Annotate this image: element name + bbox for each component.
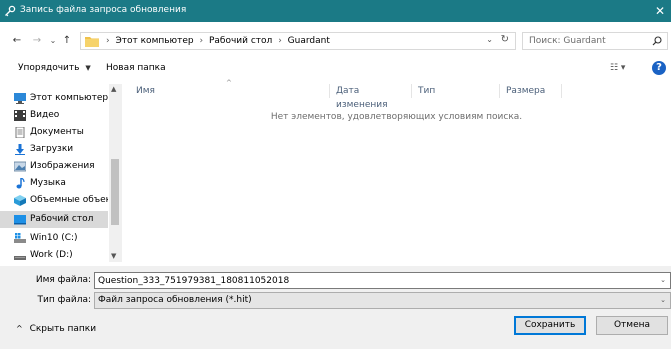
title-bar: Запись файла запроса обновления ✕ — [0, 0, 671, 22]
recent-locations-icon[interactable]: ⌄ — [46, 33, 60, 49]
breadcrumb-separator[interactable]: › — [200, 36, 204, 46]
3d-objects-icon — [14, 195, 26, 206]
help-icon[interactable]: ? — [652, 61, 666, 75]
pictures-icon — [14, 161, 26, 172]
up-icon[interactable]: ↑ — [60, 33, 74, 49]
search-box[interactable] — [522, 32, 668, 50]
search-icon[interactable] — [652, 36, 662, 46]
file-list: ^ Имя Дата изменения Тип Размера Нет эле… — [122, 79, 671, 262]
breadcrumb-separator[interactable]: › — [278, 36, 282, 46]
scrollbar-thumb[interactable] — [111, 159, 119, 225]
breadcrumb-separator: › — [106, 36, 110, 46]
column-header-type[interactable]: Тип — [412, 84, 500, 98]
filetype-label: Тип файла: — [37, 295, 91, 305]
save-button[interactable]: Сохранить — [514, 316, 586, 335]
sidebar-item-downloads[interactable]: Загрузки — [0, 141, 108, 158]
filetype-value: Файл запроса обновления (*.hit) — [98, 295, 252, 305]
sidebar-item-drive-c[interactable]: Win10 (C:) — [0, 230, 108, 247]
sidebar-item-this-pc[interactable]: Этот компьютер — [0, 90, 108, 107]
filename-label: Имя файла: — [35, 275, 91, 285]
sidebar-item-desktop[interactable]: Рабочий стол — [0, 211, 108, 228]
new-folder-button[interactable]: Новая папка — [106, 63, 166, 73]
breadcrumb: › Этот компьютер › Рабочий стол › Guarda… — [103, 36, 330, 46]
sidebar-item-label: Work (D:) — [30, 250, 73, 260]
filetype-row: Тип файла: Файл запроса обновления (*.hi… — [0, 292, 671, 309]
filename-combobox[interactable]: ⌄ — [94, 272, 671, 289]
scroll-down-icon[interactable]: ▼ — [111, 252, 116, 260]
organize-label: Упорядочить — [18, 63, 80, 73]
command-bar: Упорядочить ▼ Новая папка ☷ ▾ ? — [0, 58, 671, 80]
chevron-down-icon: ▼ — [85, 64, 91, 72]
breadcrumb-item-desktop[interactable]: Рабочий стол — [209, 36, 272, 46]
sidebar-item-label: Музыка — [30, 178, 66, 188]
hide-folders-button[interactable]: ^ Скрыть папки — [16, 324, 96, 334]
sidebar-item-music[interactable]: Музыка — [0, 175, 108, 192]
save-dialog: Запись файла запроса обновления ✕ ← → ⌄ … — [0, 0, 671, 349]
sidebar-item-3d-objects[interactable]: Объемные объекты — [0, 192, 108, 209]
column-header-size[interactable]: Размера — [500, 84, 562, 98]
column-header-name[interactable]: Имя — [130, 84, 330, 98]
sidebar-item-video[interactable]: Видео — [0, 107, 108, 124]
key-icon — [5, 5, 16, 17]
navigation-scrollbar[interactable]: ▲ ▼ — [109, 84, 122, 262]
desktop-icon — [14, 215, 26, 225]
filename-row: Имя файла: ⌄ — [0, 272, 671, 289]
search-input[interactable] — [529, 35, 639, 47]
address-row: ← → ⌄ ↑ › Этот компьютер › Рабочий стол … — [0, 30, 671, 52]
documents-icon — [15, 127, 25, 138]
folder-icon — [85, 37, 99, 47]
downloads-icon — [15, 144, 25, 155]
sidebar-item-drive-d[interactable]: Work (D:) — [0, 247, 108, 262]
sidebar-item-label: Документы — [30, 127, 84, 137]
sidebar-item-label: Этот компьютер — [30, 93, 108, 103]
filetype-select[interactable]: Файл запроса обновления (*.hit) ⌄ — [94, 292, 671, 309]
sidebar-item-label: Объемные объекты — [30, 195, 108, 205]
chevron-down-icon[interactable]: ⌄ — [660, 276, 666, 284]
chevron-down-icon[interactable]: ⌄ — [660, 296, 666, 304]
computer-icon — [14, 93, 26, 104]
sidebar-item-label: Win10 (C:) — [30, 233, 78, 243]
sidebar-item-pictures[interactable]: Изображения — [0, 158, 108, 175]
empty-list-message: Нет элементов, удовлетворяющих условиям … — [270, 112, 523, 122]
address-bar[interactable]: › Этот компьютер › Рабочий стол › Guarda… — [80, 32, 516, 50]
window-title: Запись файла запроса обновления — [20, 5, 187, 15]
close-icon[interactable]: ✕ — [649, 0, 671, 22]
navigation-pane: Этот компьютер Видео Документы Загрузки … — [0, 84, 122, 262]
refresh-icon[interactable]: ↻ — [501, 34, 509, 45]
bottom-panel: Имя файла: ⌄ Тип файла: Файл запроса обн… — [0, 266, 671, 349]
scroll-up-icon[interactable]: ▲ — [111, 85, 116, 93]
sidebar-item-label: Видео — [30, 110, 60, 120]
address-dropdown-icon[interactable]: ⌄ — [486, 35, 493, 44]
breadcrumb-item-this-pc[interactable]: Этот компьютер — [115, 36, 193, 46]
breadcrumb-item-guardant[interactable]: Guardant — [288, 36, 330, 46]
music-icon — [16, 178, 25, 189]
video-icon — [14, 110, 26, 121]
view-options-icon[interactable]: ☷ ▾ — [610, 63, 625, 73]
sidebar-item-label: Рабочий стол — [30, 214, 94, 224]
sidebar-item-label: Изображения — [30, 161, 95, 171]
chevron-up-icon: ^ — [16, 324, 23, 333]
back-icon[interactable]: ← — [10, 33, 24, 49]
filename-input[interactable] — [98, 275, 638, 287]
cancel-button[interactable]: Отмена — [596, 316, 668, 335]
forward-icon[interactable]: → — [30, 33, 44, 49]
drive-d-icon — [14, 256, 26, 260]
drive-c-icon — [14, 233, 26, 243]
organize-button[interactable]: Упорядочить ▼ — [18, 63, 91, 73]
sidebar-item-documents[interactable]: Документы — [0, 124, 108, 141]
column-header-date[interactable]: Дата изменения — [330, 84, 412, 110]
hide-folders-label: Скрыть папки — [29, 324, 97, 334]
sidebar-item-label: Загрузки — [30, 144, 74, 154]
